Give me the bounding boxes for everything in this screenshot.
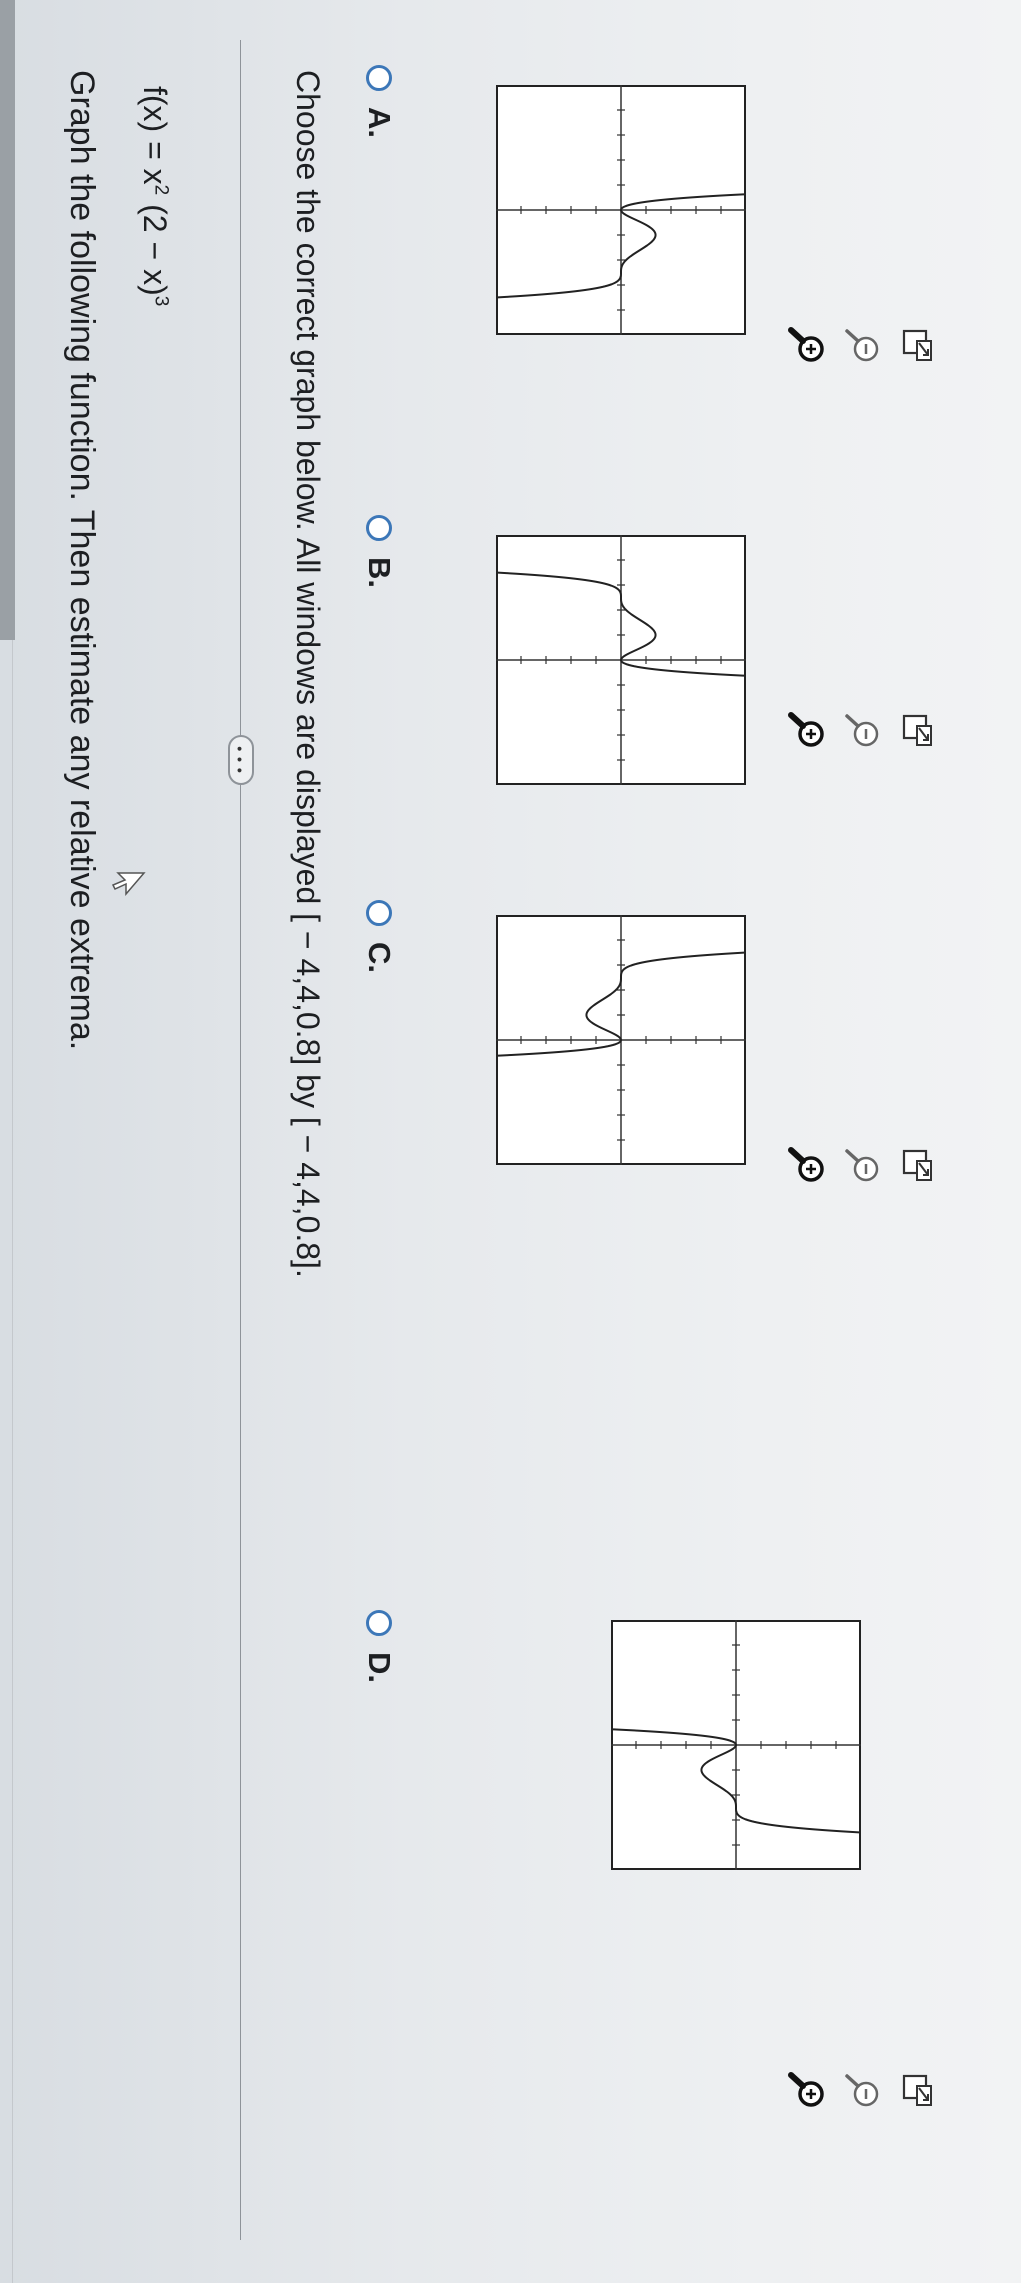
top-divider: [12, 640, 13, 2283]
option-a-choice[interactable]: A.: [361, 65, 397, 138]
option-b-label: B.: [362, 557, 397, 588]
open-in-new-window-icon[interactable]: [896, 325, 936, 365]
zoom-in-icon[interactable]: [786, 2070, 826, 2110]
function-expression: f(x) = x2 (2 − x)3: [136, 86, 173, 306]
option-a-radio[interactable]: [366, 65, 392, 91]
question-text: Graph the following function. Then estim…: [63, 70, 101, 1051]
instruction-text: Choose the correct graph below. All wind…: [290, 70, 326, 1278]
zoom-out-icon[interactable]: [841, 710, 881, 750]
open-in-new-window-icon[interactable]: [896, 2070, 936, 2110]
zoom-out-icon[interactable]: [841, 1145, 881, 1185]
function-lhs: f(x) = x: [137, 86, 173, 185]
function-exponent-2: 3: [150, 295, 172, 307]
option-a-label: A.: [362, 107, 397, 138]
open-in-new-window-icon[interactable]: [896, 710, 936, 750]
page: Graph the following function. Then estim…: [0, 0, 1021, 2283]
option-b-graph[interactable]: [496, 535, 746, 785]
option-a-graph[interactable]: [496, 85, 746, 335]
zoom-in-icon[interactable]: [786, 710, 826, 750]
option-c-label: C.: [362, 942, 397, 973]
option-c-choice[interactable]: C.: [361, 900, 397, 973]
zoom-in-icon[interactable]: [786, 325, 826, 365]
option-b-choice[interactable]: B.: [361, 515, 397, 588]
function-exponent-1: 2: [150, 184, 172, 196]
option-d-graph[interactable]: [611, 1620, 861, 1870]
mouse-cursor-icon: [110, 870, 146, 900]
option-d-radio[interactable]: [366, 1610, 392, 1636]
option-c-graph[interactable]: [496, 915, 746, 1165]
more-options-button[interactable]: • • •: [228, 735, 254, 785]
section-divider: [240, 40, 241, 2240]
zoom-out-icon[interactable]: [841, 325, 881, 365]
zoom-out-icon[interactable]: [841, 2070, 881, 2110]
option-d-label: D.: [362, 1652, 397, 1683]
open-in-new-window-icon[interactable]: [896, 1145, 936, 1185]
option-b-radio[interactable]: [366, 515, 392, 541]
function-middle: (2 − x): [137, 195, 173, 296]
top-bar: [0, 0, 15, 640]
option-c-radio[interactable]: [366, 900, 392, 926]
zoom-in-icon[interactable]: [786, 1145, 826, 1185]
option-d-choice[interactable]: D.: [361, 1610, 397, 1683]
